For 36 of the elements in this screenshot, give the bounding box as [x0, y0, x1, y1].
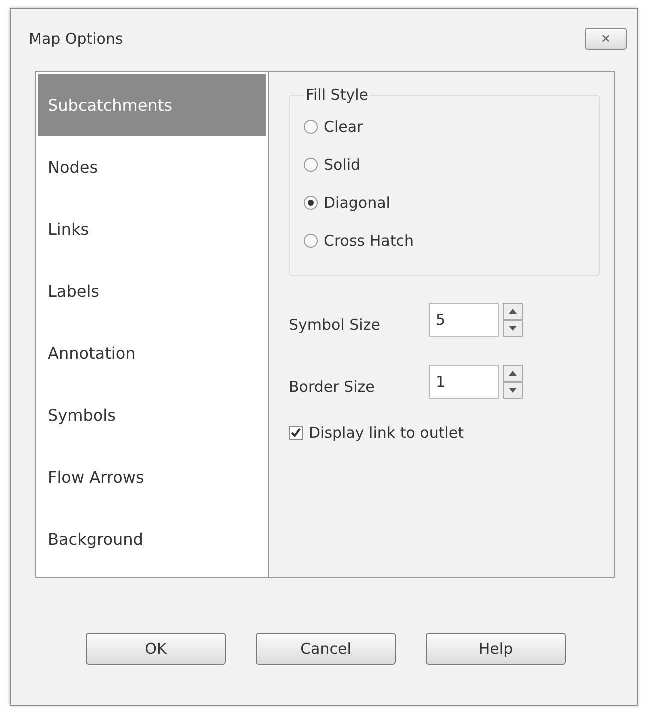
radio-label: Solid [324, 156, 361, 174]
number-field[interactable]: 1 [429, 365, 499, 399]
spin-down-button[interactable] [503, 382, 523, 399]
field-label: Symbol Size [289, 315, 382, 334]
up-arrow-icon [509, 309, 517, 314]
spin-up-button[interactable] [503, 365, 523, 382]
radio-label: Cross Hatch [324, 232, 414, 250]
radio-button[interactable] [304, 234, 318, 248]
radio-button[interactable] [304, 120, 318, 134]
close-button[interactable]: ✕ [585, 28, 627, 50]
spin-up-button[interactable] [503, 303, 523, 320]
field-label: Border Size [289, 377, 376, 396]
category-item[interactable]: Annotation [38, 322, 266, 384]
category-item[interactable]: Links [38, 198, 266, 260]
dialog-button[interactable]: OK [86, 633, 226, 665]
window-title: Map Options [29, 30, 124, 48]
category-item[interactable]: Symbols [38, 384, 266, 446]
down-arrow-icon [509, 326, 517, 331]
checkbox[interactable] [289, 426, 303, 440]
radio-button[interactable] [304, 196, 318, 210]
radio-button[interactable] [304, 158, 318, 172]
checkbox-label: Display link to outlet [309, 424, 464, 442]
radio-label: Clear [324, 118, 364, 136]
dialog-button[interactable]: Cancel [256, 633, 396, 665]
up-arrow-icon [509, 371, 517, 376]
category-item[interactable]: Nodes [38, 136, 266, 198]
group-title: Fill Style [305, 86, 370, 104]
spin-down-button[interactable] [503, 320, 523, 337]
check-icon [291, 428, 301, 438]
number-field[interactable]: 5 [429, 303, 499, 337]
down-arrow-icon [509, 388, 517, 393]
category-item[interactable]: Background [38, 508, 266, 570]
dialog-button[interactable]: Help [426, 633, 566, 665]
radio-label: Diagonal [324, 194, 390, 212]
category-item[interactable]: Flow Arrows [38, 446, 266, 508]
category-item[interactable]: Labels [38, 260, 266, 322]
